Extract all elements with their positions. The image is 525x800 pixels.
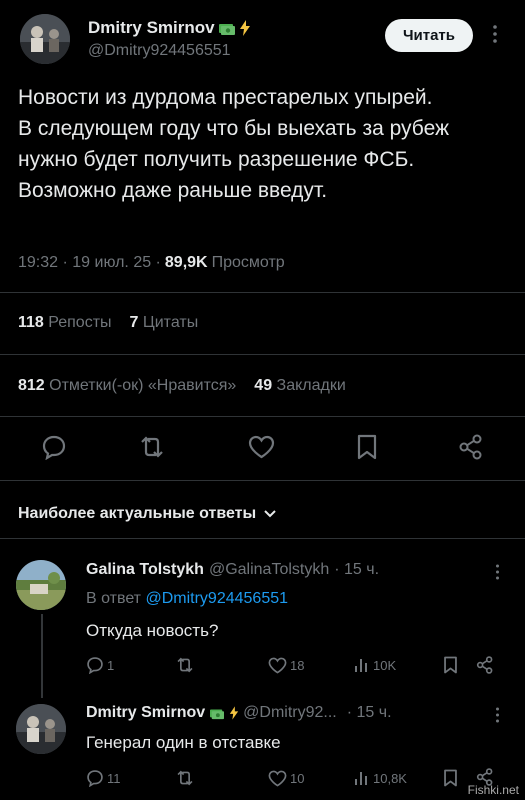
reply-to-line: В ответ @Dmitry924456551: [86, 590, 288, 608]
reply-icon: [87, 657, 103, 674]
reply-author-handle[interactable]: @GalinaTolstykh: [209, 561, 329, 579]
reply-comment-action[interactable]: 1: [86, 656, 114, 674]
money-bag-emoji-icon: [209, 706, 225, 720]
reply-text: Откуда новость?: [86, 621, 219, 640]
bookmarks-stat[interactable]: 49 Закладки: [254, 377, 346, 395]
tweet-meta: 19:32 · 19 июл. 25 · 89,9K Просмотр: [18, 254, 285, 272]
lightning-bolt-icon: [229, 706, 239, 720]
reply-views-action[interactable]: 10,8K: [354, 770, 407, 786]
divider: [0, 416, 525, 417]
like-icon[interactable]: [248, 435, 275, 459]
reply-comment-action[interactable]: 11: [86, 769, 121, 787]
likes-label: Отметки(-ок) «Нравится»: [49, 377, 237, 394]
reply-repost-action[interactable]: [174, 656, 196, 679]
reply-like-action[interactable]: 10: [268, 770, 304, 787]
more-options-icon[interactable]: [495, 564, 500, 580]
author-handle[interactable]: @Dmitry924456551: [88, 42, 231, 60]
bookmarks-count: 49: [254, 377, 273, 394]
lightning-bolt-icon: [239, 20, 251, 36]
reply-share-action[interactable]: [476, 656, 494, 679]
views-label: Просмотр: [211, 254, 285, 271]
divider: [0, 538, 525, 539]
reply-bookmark-action[interactable]: [443, 769, 458, 792]
reply-bookmark-action[interactable]: [443, 656, 458, 679]
reply-replies-count: 1: [107, 657, 115, 673]
reposts-label: Репосты: [48, 314, 112, 331]
reply-author-handle[interactable]: @Dmitry92...: [243, 704, 337, 722]
reply-author-name[interactable]: Dmitry Smirnov: [86, 704, 205, 722]
tweet-text: Новости из дурдома престарелых упырей. В…: [18, 86, 450, 202]
reply-likes-count: 10: [290, 771, 305, 786]
tweet-time[interactable]: 19:32 · 19 июл. 25 ·: [18, 254, 161, 272]
bookmark-icon[interactable]: [356, 434, 378, 460]
more-options-icon[interactable]: [492, 24, 498, 44]
bookmark-icon: [444, 656, 457, 674]
reply-repost-action[interactable]: [174, 769, 196, 792]
reposts-count: 118: [18, 314, 44, 331]
repost-stats-row: 118 Репосты 7 Цитаты: [18, 314, 198, 332]
money-bag-emoji-icon: [218, 20, 236, 36]
reply-icon[interactable]: [41, 434, 67, 460]
chevron-down-icon: [264, 510, 276, 518]
reply-header: Dmitry Smirnov @Dmitry92... · 15 ч.: [86, 704, 392, 722]
more-options-icon[interactable]: [495, 707, 500, 723]
reply-replies-count: 11: [107, 770, 121, 786]
reply-views-action[interactable]: 10K: [354, 657, 396, 673]
reply-to-handle[interactable]: @Dmitry924456551: [145, 590, 288, 607]
reply-views-count: 10,8K: [373, 770, 407, 786]
reply-icon: [87, 770, 103, 787]
repost-icon: [177, 770, 193, 786]
views-icon: [355, 659, 367, 672]
author-name-row[interactable]: Dmitry Smirnov: [88, 17, 251, 39]
divider: [0, 292, 525, 293]
watermark: Fishki.net: [467, 783, 519, 797]
repost-icon[interactable]: [137, 434, 167, 460]
like-stats-row: 812 Отметки(-ок) «Нравится» 49 Закладки: [18, 377, 346, 395]
thread-line: [41, 614, 43, 698]
likes-count: 812: [18, 377, 45, 394]
reply-avatar[interactable]: [16, 704, 66, 754]
divider: [0, 480, 525, 481]
views-count: 89,9K: [164, 254, 208, 271]
repost-icon: [177, 657, 193, 673]
like-icon: [268, 770, 287, 787]
follow-button[interactable]: Читать: [385, 19, 473, 52]
reply-to-prefix: В ответ: [86, 590, 142, 607]
reply-time[interactable]: · 15 ч.: [334, 561, 379, 579]
reposts-stat[interactable]: 118 Репосты: [18, 314, 112, 332]
bookmark-icon: [444, 769, 457, 787]
reply-time[interactable]: · 15 ч.: [347, 704, 392, 722]
reply-avatar[interactable]: [16, 560, 66, 610]
bookmarks-label: Закладки: [276, 377, 346, 394]
author-avatar[interactable]: [20, 14, 70, 64]
divider: [0, 354, 525, 355]
share-icon: [476, 656, 493, 674]
reply-text: Генерал один в отставке: [86, 733, 281, 752]
reply-likes-count: 18: [290, 658, 305, 673]
replies-header-label: Наиболее актуальные ответы: [18, 505, 257, 522]
like-icon: [268, 657, 287, 674]
reply-like-action[interactable]: 18: [268, 657, 304, 674]
replies-sort-dropdown[interactable]: Наиболее актуальные ответы: [18, 505, 276, 523]
reply-views-count: 10K: [373, 657, 397, 673]
quotes-count: 7: [129, 314, 139, 331]
views-icon: [355, 772, 367, 785]
likes-stat[interactable]: 812 Отметки(-ок) «Нравится»: [18, 377, 236, 395]
reply-author-name[interactable]: Galina Tolstykh: [86, 561, 204, 579]
quotes-label: Цитаты: [142, 314, 199, 331]
author-name: Dmitry Smirnov: [88, 18, 215, 37]
share-icon[interactable]: [458, 434, 484, 460]
quotes-stat[interactable]: 7 Цитаты: [130, 314, 199, 332]
reply-header: Galina Tolstykh @GalinaTolstykh · 15 ч.: [86, 561, 379, 579]
